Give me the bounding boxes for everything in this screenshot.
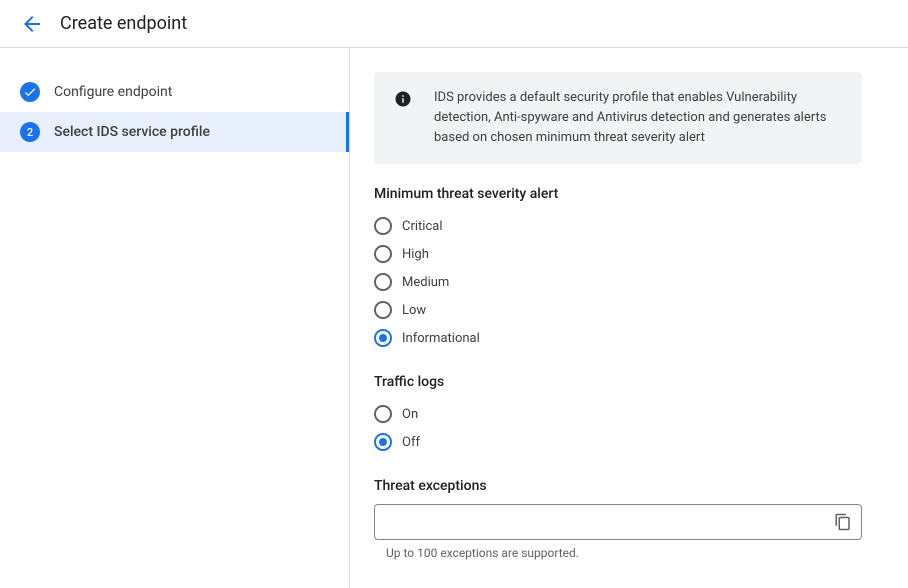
radio-icon (374, 301, 392, 319)
step-label: Select IDS service profile (54, 124, 210, 140)
step-label: Configure endpoint (54, 84, 172, 100)
radio-icon (374, 273, 392, 291)
radio-label: High (402, 247, 429, 262)
severity-option-low[interactable]: Low (374, 296, 862, 324)
info-banner: IDS provides a default security profile … (374, 72, 862, 164)
page-title: Create endpoint (60, 13, 187, 34)
traffic-radio-group: On Off (374, 400, 862, 456)
traffic-option-off[interactable]: Off (374, 428, 862, 456)
radio-icon (374, 245, 392, 263)
main-content: IDS provides a default security profile … (350, 48, 886, 588)
severity-option-medium[interactable]: Medium (374, 268, 862, 296)
radio-icon (374, 405, 392, 423)
traffic-option-on[interactable]: On (374, 400, 862, 428)
exceptions-heading: Threat exceptions (374, 478, 862, 494)
back-arrow-icon[interactable] (20, 12, 44, 36)
radio-label: Off (402, 435, 420, 450)
step-sidebar: Configure endpoint 2 Select IDS service … (0, 48, 350, 588)
severity-option-critical[interactable]: Critical (374, 212, 862, 240)
severity-radio-group: Critical High Medium Low Informational (374, 212, 862, 352)
severity-option-high[interactable]: High (374, 240, 862, 268)
radio-icon (374, 433, 392, 451)
exceptions-field-wrap (374, 504, 862, 540)
radio-label: On (402, 407, 418, 422)
radio-icon (374, 329, 392, 347)
severity-heading: Minimum threat severity alert (374, 186, 862, 202)
step-configure-endpoint[interactable]: Configure endpoint (0, 72, 349, 112)
copy-icon[interactable] (834, 513, 852, 531)
radio-icon (374, 217, 392, 235)
exceptions-helper: Up to 100 exceptions are supported. (386, 546, 862, 560)
step-select-ids-profile[interactable]: 2 Select IDS service profile (0, 112, 349, 152)
info-text: IDS provides a default security profile … (434, 88, 846, 148)
step-number-icon: 2 (20, 122, 40, 142)
radio-label: Medium (402, 275, 449, 290)
info-icon (394, 90, 412, 108)
radio-label: Critical (402, 219, 442, 234)
traffic-heading: Traffic logs (374, 374, 862, 390)
check-icon (20, 82, 40, 102)
threat-exceptions-input[interactable] (374, 504, 862, 540)
radio-label: Informational (402, 331, 480, 346)
radio-label: Low (402, 303, 426, 318)
severity-option-informational[interactable]: Informational (374, 324, 862, 352)
page-header: Create endpoint (0, 0, 908, 48)
